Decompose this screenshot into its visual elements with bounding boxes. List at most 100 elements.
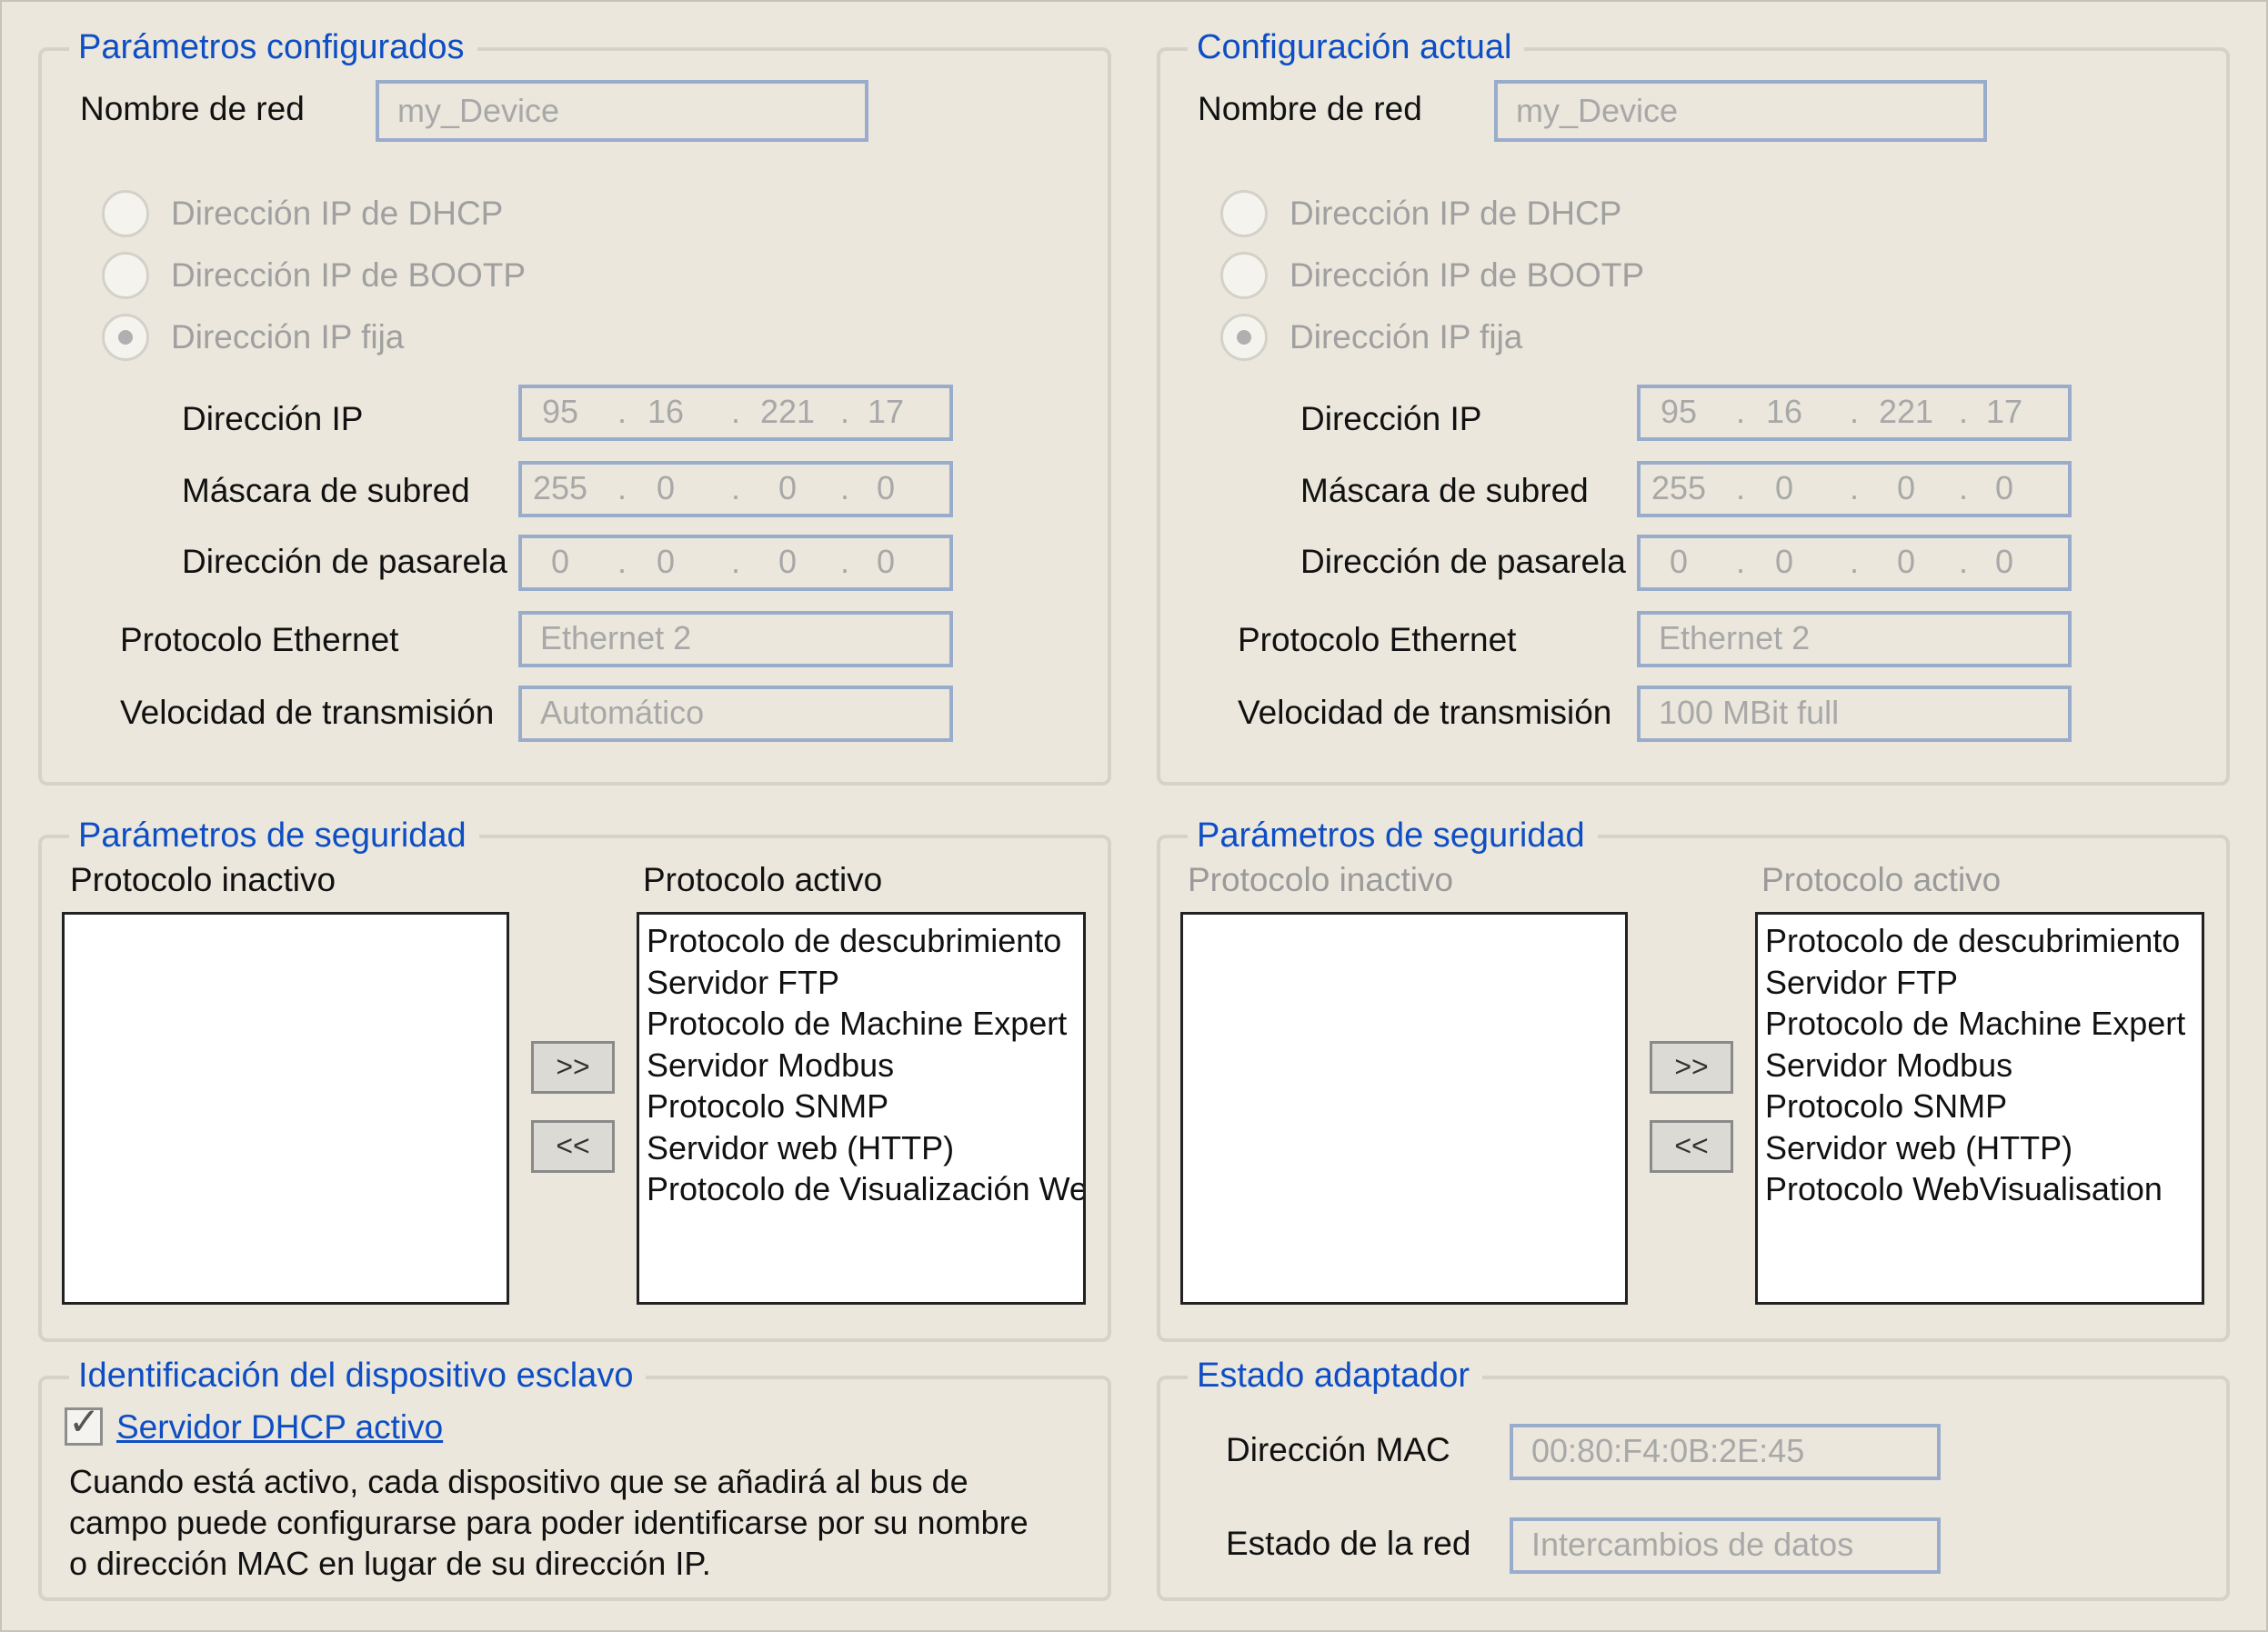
gateway-octet-2: 0 xyxy=(1774,543,1794,580)
ip-address-label: Dirección IP xyxy=(182,400,364,437)
description-line: Cuando está activo, cada dispositivo que… xyxy=(69,1463,968,1500)
network-name-field: my_Device xyxy=(376,80,868,142)
checkmark-icon: ✓ xyxy=(68,1400,101,1443)
network-name-field: my_Device xyxy=(1494,80,1987,142)
gateway-octet-4: 0 xyxy=(876,543,896,580)
radio-fixed-ip[interactable] xyxy=(1220,314,1268,361)
subnet-mask-field: 255 . 0 . 0 . 0 xyxy=(1637,461,2072,517)
radio-fixed-ip[interactable] xyxy=(102,314,149,361)
security-params-title: Parámetros de seguridad xyxy=(69,815,479,856)
list-item[interactable]: Servidor web (HTTP) xyxy=(1765,1127,2202,1169)
mask-octet-3: 0 xyxy=(778,469,798,506)
description-line: campo puede configurarse para poder iden… xyxy=(69,1504,1029,1541)
network-name-label: Nombre de red xyxy=(1198,90,1422,127)
radio-bootp-label: Dirección IP de BOOTP xyxy=(171,256,527,294)
ip-dot: . xyxy=(730,543,740,580)
radio-bootp-label: Dirección IP de BOOTP xyxy=(1290,256,1645,294)
list-item[interactable]: Protocolo de Machine Expert xyxy=(647,1003,1083,1045)
list-item[interactable]: Protocolo de descubrimiento xyxy=(647,920,1083,962)
list-item[interactable]: Servidor FTP xyxy=(1765,962,2202,1004)
add-protocol-button[interactable]: >> xyxy=(531,1041,615,1094)
gateway-field: 0 . 0 . 0 . 0 xyxy=(518,535,953,591)
ethernet-protocol-label: Protocolo Ethernet xyxy=(120,621,399,658)
remove-protocol-button[interactable]: << xyxy=(531,1120,615,1173)
ip-dot: . xyxy=(730,393,740,430)
list-item[interactable]: Protocolo SNMP xyxy=(1765,1086,2202,1127)
ethernet-protocol-label: Protocolo Ethernet xyxy=(1238,621,1517,658)
list-item[interactable]: Servidor web (HTTP) xyxy=(647,1127,1083,1169)
network-state-label: Estado de la red xyxy=(1226,1525,1471,1562)
radio-dhcp[interactable] xyxy=(1220,190,1268,237)
mask-octet-4: 0 xyxy=(1994,469,2014,506)
mask-octet-4: 0 xyxy=(876,469,896,506)
mask-octet-1: 255 xyxy=(532,469,588,506)
subnet-mask-field: 255 . 0 . 0 . 0 xyxy=(518,461,953,517)
inactive-protocol-list[interactable] xyxy=(1180,912,1628,1305)
list-item[interactable]: Protocolo WebVisualisation xyxy=(1765,1168,2202,1210)
list-item[interactable]: Protocolo de Visualización Web xyxy=(647,1168,1083,1210)
radio-bootp[interactable] xyxy=(102,252,149,299)
mask-octet-3: 0 xyxy=(1896,469,1916,506)
ip-octet-4: 17 xyxy=(1985,393,2023,430)
ethernet-protocol-field: Ethernet 2 xyxy=(1637,611,2072,667)
ip-octet-2: 16 xyxy=(647,393,685,430)
inactive-protocol-label: Protocolo inactivo xyxy=(1188,861,1454,898)
ethernet-protocol-field: Ethernet 2 xyxy=(518,611,953,667)
radio-dhcp-label: Dirección IP de DHCP xyxy=(171,195,504,232)
radio-selected-dot xyxy=(118,330,133,345)
ip-dot: . xyxy=(1849,393,1859,430)
add-protocol-button[interactable]: >> xyxy=(1650,1041,1733,1094)
list-item[interactable]: Servidor Modbus xyxy=(647,1045,1083,1086)
gateway-octet-1: 0 xyxy=(550,543,570,580)
list-item[interactable]: Servidor FTP xyxy=(647,962,1083,1004)
transmission-speed-label: Velocidad de transmisión xyxy=(120,694,495,731)
adapter-status-title: Estado adaptador xyxy=(1188,1355,1483,1397)
mac-address-field: 00:80:F4:0B:2E:45 xyxy=(1510,1424,1941,1480)
gateway-octet-3: 0 xyxy=(778,543,798,580)
transmission-speed-label: Velocidad de transmisión xyxy=(1238,694,1612,731)
dhcp-server-checkbox[interactable]: ✓ xyxy=(65,1400,103,1446)
radio-selected-dot xyxy=(1237,330,1251,345)
remove-protocol-button[interactable]: << xyxy=(1650,1120,1733,1173)
ip-dot: . xyxy=(1735,543,1745,580)
active-protocol-list[interactable]: Protocolo de descubrimiento Servidor FTP… xyxy=(637,912,1086,1305)
active-protocol-list[interactable]: Protocolo de descubrimiento Servidor FTP… xyxy=(1755,912,2204,1305)
security-params-title: Parámetros de seguridad xyxy=(1188,815,1598,856)
list-item[interactable]: Protocolo de descubrimiento xyxy=(1765,920,2202,962)
radio-dhcp-label: Dirección IP de DHCP xyxy=(1290,195,1622,232)
gateway-octet-4: 0 xyxy=(1994,543,2014,580)
gateway-octet-3: 0 xyxy=(1896,543,1916,580)
description-line: o dirección MAC en lugar de su dirección… xyxy=(69,1545,711,1582)
ip-address-field: 95 . 16 . 221 . 17 xyxy=(518,385,953,441)
inactive-protocol-label: Protocolo inactivo xyxy=(70,861,336,898)
ip-octet-2: 16 xyxy=(1765,393,1803,430)
radio-bootp[interactable] xyxy=(1220,252,1268,299)
radio-fixed-ip-label: Dirección IP fija xyxy=(171,318,405,355)
list-item[interactable]: Servidor Modbus xyxy=(1765,1045,2202,1086)
ip-dot: . xyxy=(730,469,740,506)
gateway-field: 0 . 0 . 0 . 0 xyxy=(1637,535,2072,591)
ip-dot: . xyxy=(1735,393,1745,430)
inactive-protocol-list[interactable] xyxy=(62,912,509,1305)
transmission-speed-field: 100 MBit full xyxy=(1637,686,2072,742)
network-name-label: Nombre de red xyxy=(80,90,305,127)
mask-octet-2: 0 xyxy=(656,469,676,506)
network-state-field: Intercambios de datos xyxy=(1510,1517,1941,1574)
mask-octet-2: 0 xyxy=(1774,469,1794,506)
dhcp-server-link[interactable]: Servidor DHCP activo xyxy=(116,1407,443,1447)
gateway-octet-1: 0 xyxy=(1669,543,1689,580)
subnet-mask-label: Máscara de subred xyxy=(1300,472,1589,509)
gateway-octet-2: 0 xyxy=(656,543,676,580)
ip-dot: . xyxy=(617,543,627,580)
list-item[interactable]: Protocolo de Machine Expert xyxy=(1765,1003,2202,1045)
subnet-mask-label: Máscara de subred xyxy=(182,472,470,509)
ip-dot: . xyxy=(617,393,627,430)
ip-dot: . xyxy=(1849,469,1859,506)
radio-dhcp[interactable] xyxy=(102,190,149,237)
dhcp-server-description: Cuando está activo, cada dispositivo que… xyxy=(69,1461,1029,1584)
ip-octet-3: 221 xyxy=(1878,393,1934,430)
slave-id-title: Identificación del dispositivo esclavo xyxy=(69,1355,647,1397)
ip-address-field: 95 . 16 . 221 . 17 xyxy=(1637,385,2072,441)
current-config-title: Configuración actual xyxy=(1188,26,1525,68)
list-item[interactable]: Protocolo SNMP xyxy=(647,1086,1083,1127)
